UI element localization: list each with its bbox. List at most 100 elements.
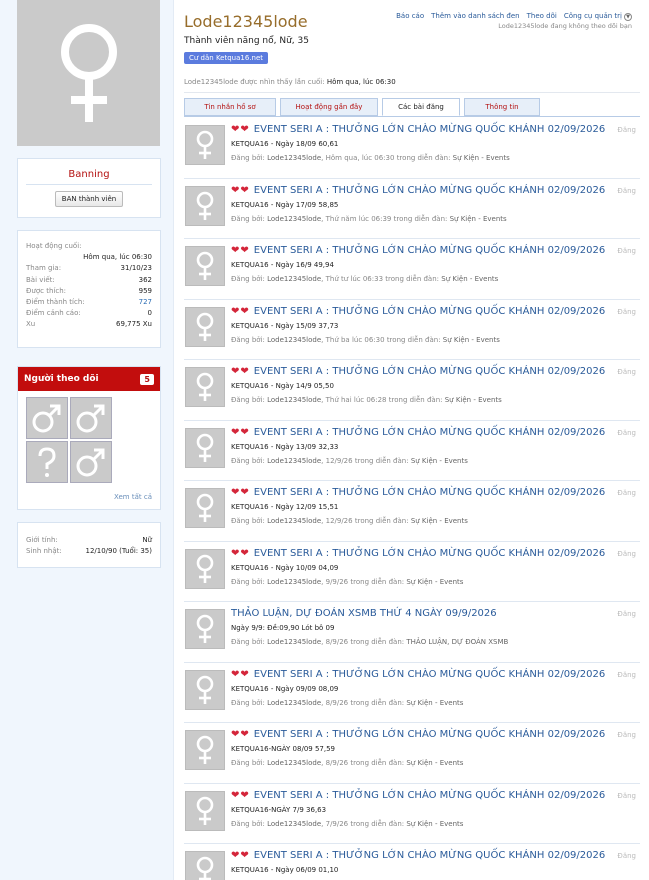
posted-by-label: Đăng bởi:: [231, 154, 265, 162]
post-title-link[interactable]: ❤❤ EVENT SERI A : THƯỞNG LỚN CHÀO MỪNG QU…: [231, 669, 605, 680]
follower-avatar[interactable]: [70, 441, 112, 483]
post-time: 8/9/26: [325, 698, 349, 707]
female-symbol-icon: [196, 554, 214, 583]
post-forum-link[interactable]: Sự Kiện - Events: [445, 396, 502, 404]
post-title-link[interactable]: ❤❤ EVENT SERI A : THƯỞNG LỚN CHÀO MỪNG QU…: [231, 124, 605, 135]
mod-tools-label: Công cụ quản trị: [563, 12, 622, 20]
post-item: ❤❤ EVENT SERI A : THƯỞNG LỚN CHÀO MỪNG QU…: [184, 179, 640, 239]
post-title-link[interactable]: ❤❤ EVENT SERI A : THƯỞNG LỚN CHÀO MỪNG QU…: [231, 548, 605, 559]
tab-recent-activity[interactable]: Hoạt động gần đây: [280, 98, 378, 116]
post-author-avatar[interactable]: [185, 851, 225, 880]
post-time: 7/9/26: [325, 819, 349, 828]
post-title-link[interactable]: ❤❤ EVENT SERI A : THƯỞNG LỚN CHÀO MỪNG QU…: [231, 487, 605, 498]
post-meta: Đăng bởi: Lode12345lode, Hôm qua, lúc 06…: [231, 154, 510, 162]
in-forum-label: trong diễn đàn:: [354, 517, 409, 525]
post-author-link[interactable]: Lode12345lode: [267, 638, 321, 646]
gender-label: Giới tính:: [26, 536, 58, 544]
in-forum-label: trong diễn đàn:: [385, 275, 440, 283]
post-author-link[interactable]: Lode12345lode: [267, 396, 321, 404]
post-author-link[interactable]: Lode12345lode: [267, 457, 321, 465]
post-author-link[interactable]: Lode12345lode: [267, 699, 321, 707]
post-forum-link[interactable]: Sự Kiện - Events: [450, 215, 507, 223]
avatar[interactable]: [17, 0, 160, 146]
post-title-link[interactable]: ❤❤ EVENT SERI A : THƯỞNG LỚN CHÀO MỪNG QU…: [231, 245, 605, 256]
see-all-followers-link[interactable]: Xem tất cả: [114, 493, 152, 501]
post-author-avatar[interactable]: [185, 246, 225, 286]
in-forum-label: trong diễn đàn:: [350, 698, 405, 707]
post-author-link[interactable]: Lode12345lode: [267, 336, 321, 344]
post-author-link[interactable]: Lode12345lode: [267, 275, 321, 283]
in-forum-label: trong diễn đàn:: [393, 214, 448, 223]
post-item: ❤❤ EVENT SERI A : THƯỞNG LỚN CHÀO MỪNG QU…: [184, 118, 640, 179]
follower-avatar[interactable]: [70, 397, 112, 439]
tab-postings[interactable]: Các bài đăng: [382, 98, 460, 116]
post-author-avatar[interactable]: [185, 669, 225, 710]
post-forum-link[interactable]: Sự Kiện - Events: [406, 759, 463, 767]
heart-icon: ❤: [231, 366, 240, 377]
post-item: ❤❤ EVENT SERI A : THƯỞNG LỚN CHÀO MỪNG QU…: [184, 844, 640, 880]
post-forum-link[interactable]: Sự Kiện - Events: [406, 699, 463, 707]
post-author-avatar[interactable]: [185, 730, 225, 770]
follow-status-note: Lode12345lode đang không theo dõi bạn: [498, 22, 632, 30]
post-type-label: Đăng: [617, 186, 636, 195]
posts-label: Bài viết:: [26, 275, 55, 284]
post-author-link[interactable]: Lode12345lode: [267, 215, 321, 223]
stats-panel: Hoạt động cuối: Hôm qua, lúc 06:30 Tham …: [17, 230, 161, 348]
post-author-avatar[interactable]: [185, 548, 225, 589]
post-author-avatar[interactable]: [185, 488, 225, 528]
post-author-avatar[interactable]: [185, 306, 225, 347]
unknown-gender-icon: [38, 447, 56, 477]
post-title-link[interactable]: ❤❤ EVENT SERI A : THƯỞNG LỚN CHÀO MỪNG QU…: [231, 427, 605, 438]
post-forum-link[interactable]: Sự Kiện - Events: [411, 457, 468, 465]
tabs-baseline: [184, 116, 640, 117]
post-author-link[interactable]: Lode12345lode: [267, 517, 321, 525]
post-item: ❤❤ EVENT SERI A : THƯỞNG LỚN CHÀO MỪNG QU…: [184, 239, 640, 300]
follower-avatar[interactable]: [26, 397, 68, 439]
post-author-link[interactable]: Lode12345lode: [267, 820, 321, 828]
report-link[interactable]: Báo cáo: [396, 12, 424, 21]
post-title-link[interactable]: ❤❤ EVENT SERI A : THƯỞNG LỚN CHÀO MỪNG QU…: [231, 366, 605, 377]
post-title-link[interactable]: ❤❤ EVENT SERI A : THƯỞNG LỚN CHÀO MỪNG QU…: [231, 850, 605, 861]
post-title-link[interactable]: ❤❤ EVENT SERI A : THƯỞNG LỚN CHÀO MỪNG QU…: [231, 306, 605, 317]
post-title-link[interactable]: THẢO LUẬN, DỰ ĐOÁN XSMB THỨ 4 NGÀY 09/9/…: [231, 608, 497, 619]
post-author-link[interactable]: Lode12345lode: [267, 154, 321, 162]
post-author-link[interactable]: Lode12345lode: [267, 759, 321, 767]
post-snippet: KETQUA16-NGÀY 08/09 57,59: [231, 745, 335, 753]
follower-avatar[interactable]: [26, 441, 68, 483]
follow-link[interactable]: Theo dõi: [527, 12, 557, 21]
post-author-avatar[interactable]: [185, 125, 225, 165]
post-title-link[interactable]: ❤❤ EVENT SERI A : THƯỞNG LỚN CHÀO MỪNG QU…: [231, 185, 605, 196]
post-author-avatar[interactable]: [185, 367, 225, 407]
post-title: EVENT SERI A : THƯỞNG LỚN CHÀO MỪNG QUỐC…: [253, 487, 606, 498]
heart-icon: ❤: [240, 245, 249, 256]
post-title-link[interactable]: ❤❤ EVENT SERI A : THƯỞNG LỚN CHÀO MỪNG QU…: [231, 790, 605, 801]
post-time: 8/9/26: [325, 759, 349, 767]
post-snippet: Ngày 9/9: Đề:09,90 Lót bô 09: [231, 624, 335, 632]
post-forum-link[interactable]: Sự Kiện - Events: [411, 517, 468, 525]
post-author-avatar[interactable]: [185, 609, 225, 649]
post-forum-link[interactable]: Sự Kiện - Events: [443, 336, 500, 344]
post-time: Hôm qua, lúc 06:30: [325, 154, 395, 162]
tab-profile-posts[interactable]: Tin nhắn hồ sơ: [184, 98, 276, 116]
post-forum-link[interactable]: Sự Kiện - Events: [406, 578, 463, 586]
post-author-avatar[interactable]: [185, 427, 225, 468]
post-author-avatar[interactable]: [185, 185, 225, 226]
trophy-value-link[interactable]: 727: [139, 297, 152, 308]
post-list: ❤ ❤ EVENT SERI A : THƯỞNG LỚN CHÀO MỪNG QU…: [184, 118, 640, 880]
heart-icon: ❤: [240, 729, 249, 740]
post-forum-link[interactable]: Sự Kiện - Events: [441, 275, 498, 283]
in-forum-label: trong diễn đàn:: [386, 335, 441, 344]
post-author-avatar[interactable]: [185, 790, 225, 831]
post-time: Thứ tư lúc 06:33: [325, 275, 384, 283]
post-title-link[interactable]: ❤❤ EVENT SERI A : THƯỞNG LỚN CHÀO MỪNG QU…: [231, 729, 605, 740]
add-blacklist-link[interactable]: Thêm vào danh sách đen: [431, 12, 519, 21]
in-forum-label: trong diễn đàn:: [350, 638, 405, 646]
post-author-link[interactable]: Lode12345lode: [267, 578, 321, 586]
post-forum-link[interactable]: THẢO LUẬN, DỰ ĐOÁN XSMB: [406, 638, 508, 646]
post-forum-link[interactable]: Sự Kiện - Events: [406, 820, 463, 828]
post-meta: Đăng bởi: Lode12345lode, 8/9/26 trong di…: [231, 638, 509, 646]
ban-user-button[interactable]: BAN thành viên: [54, 191, 124, 207]
mod-tools-link[interactable]: Công cụ quản trị ▼: [564, 12, 632, 21]
post-forum-link[interactable]: Sự Kiện - Events: [453, 154, 510, 162]
tab-information[interactable]: Thông tin: [464, 98, 540, 116]
